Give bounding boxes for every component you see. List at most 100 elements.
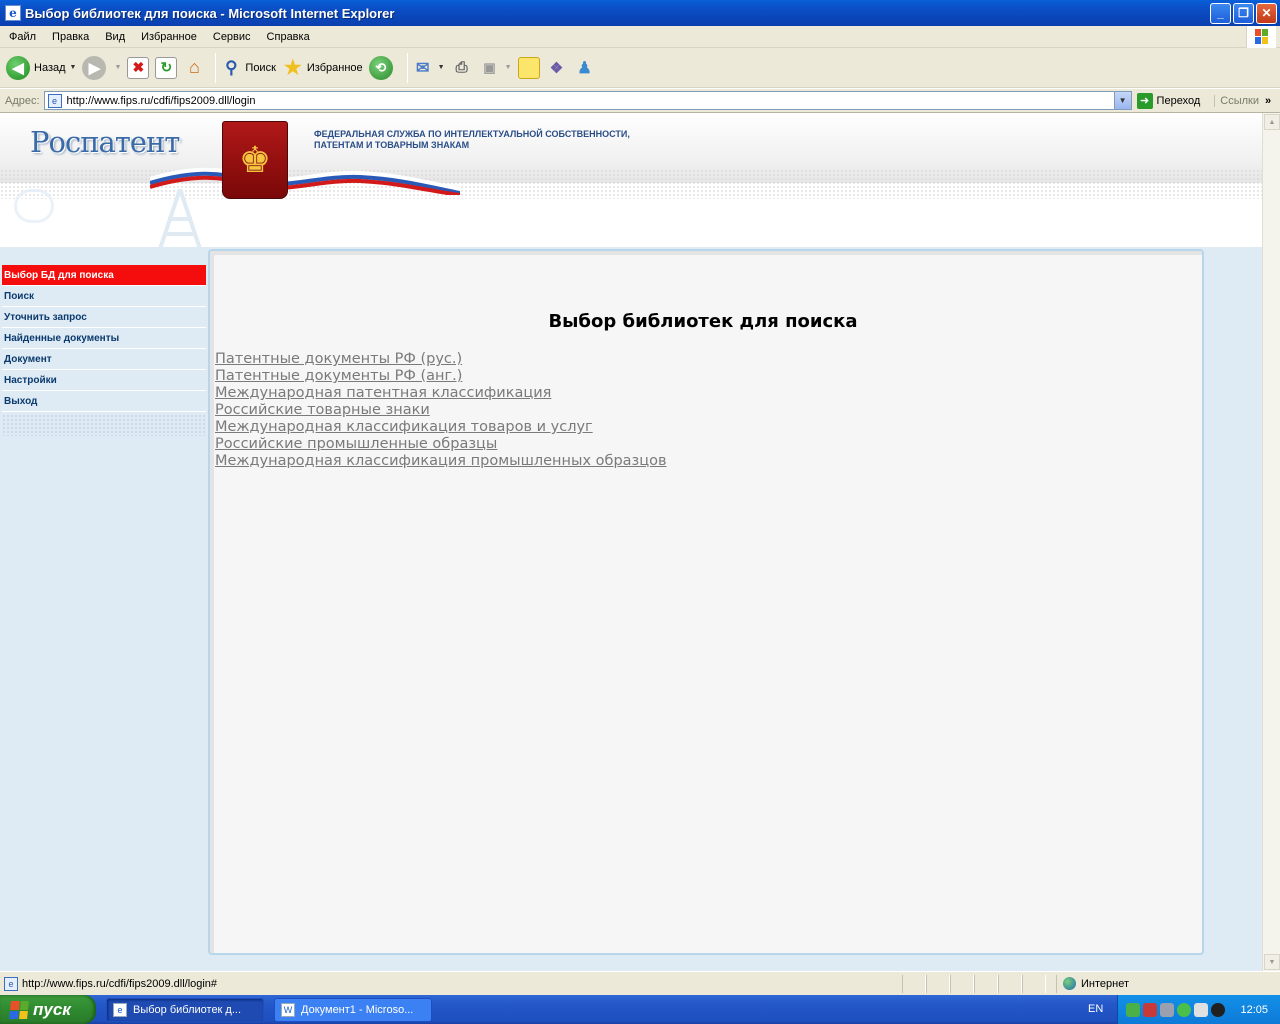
volume-icon[interactable]: [1160, 1002, 1174, 1017]
forward-arrow-icon: ▶: [82, 55, 107, 80]
start-button[interactable]: пуск: [0, 995, 96, 1024]
back-label: Назад: [34, 61, 66, 74]
chevron-down-icon[interactable]: ▼: [1113, 92, 1131, 109]
menu-tools[interactable]: Сервис: [205, 26, 259, 48]
messenger-button[interactable]: ♟: [574, 51, 596, 85]
toolbar-separator: [406, 52, 408, 83]
minimize-button[interactable]: _: [1210, 2, 1231, 24]
page-icon: e: [4, 976, 18, 991]
chevron-down-icon[interactable]: ▼: [114, 64, 121, 71]
stop-icon: ✖: [127, 56, 150, 79]
nav-item-found-documents[interactable]: Найденные документы: [2, 328, 206, 349]
scroll-down-icon[interactable]: ▼: [1264, 954, 1280, 970]
window-title: Выбор библиотек для поиска - Microsoft I…: [25, 5, 395, 21]
antivirus-icon[interactable]: [1177, 1002, 1191, 1017]
favorites-button[interactable]: ★ Избранное: [282, 51, 363, 85]
back-button[interactable]: ◀ Назад ▼: [6, 51, 76, 85]
window-title-bar: e Выбор библиотек для поиска - Microsoft…: [0, 0, 1280, 26]
library-link-locarno-classification[interactable]: Международная классификация промышленных…: [215, 453, 667, 470]
media-icon[interactable]: [1211, 1002, 1225, 1017]
library-link-industrial-designs[interactable]: Российские промышленные образцы: [215, 436, 667, 453]
windows-logo-icon: [1246, 26, 1276, 48]
research-button[interactable]: ❖: [546, 51, 568, 85]
close-button[interactable]: ✕: [1256, 2, 1277, 24]
address-label: Адрес:: [5, 94, 40, 107]
menu-file[interactable]: Файл: [0, 26, 44, 48]
forward-button[interactable]: ▶ ▼: [82, 51, 121, 85]
nav-item-exit[interactable]: Выход: [2, 391, 206, 412]
windows-flag-icon: [9, 1000, 29, 1019]
network-icon[interactable]: [1126, 1002, 1140, 1017]
mail-button[interactable]: ✉ ▼: [412, 51, 445, 85]
chevron-down-icon[interactable]: ▼: [70, 64, 77, 71]
go-label: Переход: [1156, 94, 1201, 107]
page-icon: e: [47, 93, 62, 108]
menu-edit[interactable]: Правка: [44, 26, 97, 48]
vertical-scrollbar[interactable]: ▲ ▼: [1262, 113, 1280, 971]
nav-item-settings[interactable]: Настройки: [2, 370, 206, 391]
standard-toolbar: ◀ Назад ▼ ▶ ▼ ✖ ↻ ⌂ ⚲ Поиск ★ Избранное …: [0, 48, 1280, 88]
home-icon: ⌂: [188, 57, 200, 77]
main-panel: Выбор библиотек для поиска Патентные док…: [208, 249, 1204, 955]
refresh-button[interactable]: ↻: [155, 51, 178, 85]
address-bar: Адрес: e ▼ ➜ Переход Ссылки »: [0, 89, 1280, 113]
nav-item-select-db[interactable]: Выбор БД для поиска: [2, 265, 206, 286]
go-button[interactable]: ➜ Переход: [1136, 92, 1201, 109]
menu-bar: Файл Правка Вид Избранное Сервис Справка: [0, 26, 1280, 48]
search-button[interactable]: ⚲ Поиск: [220, 51, 276, 85]
links-button[interactable]: Ссылки: [1214, 94, 1259, 107]
address-input[interactable]: [66, 92, 1131, 109]
site-header: Роспатент ♚ ФЕДЕРАЛЬНАЯ СЛУЖБА ПО ИНТЕЛЛ…: [0, 113, 1262, 249]
note-icon: [517, 56, 540, 79]
taskbar: пуск e Выбор библиотек д... W Документ1 …: [0, 995, 1280, 1024]
chevron-down-icon[interactable]: ▼: [438, 64, 445, 71]
nav-item-search[interactable]: Поиск: [2, 286, 206, 307]
notes-button[interactable]: [517, 51, 540, 85]
security-zone: Интернет: [1056, 974, 1256, 993]
page-viewport: Роспатент ♚ ФЕДЕРАЛЬНАЯ СЛУЖБА ПО ИНТЕЛЛ…: [0, 113, 1262, 971]
status-cell: [998, 974, 1022, 993]
status-cell: [950, 974, 974, 993]
edit-button[interactable]: ▣ ▼: [479, 51, 512, 85]
agency-line-1: ФЕДЕРАЛЬНАЯ СЛУЖБА ПО ИНТЕЛЛЕКТУАЛЬНОЙ С…: [314, 129, 630, 139]
zone-label: Интернет: [1081, 977, 1129, 990]
maximize-button[interactable]: ❐: [1233, 2, 1254, 24]
print-button[interactable]: ⎙: [451, 51, 473, 85]
menu-help[interactable]: Справка: [259, 26, 318, 48]
research-icon: ❖: [549, 59, 564, 77]
library-link-patents-en[interactable]: Патентные документы РФ (анг.): [215, 368, 667, 385]
history-icon: ⟲: [368, 55, 393, 80]
menu-favorites[interactable]: Избранное: [133, 26, 205, 48]
scroll-up-icon[interactable]: ▲: [1264, 114, 1280, 130]
security-icon[interactable]: [1143, 1002, 1157, 1017]
taskbar-item-word[interactable]: W Документ1 - Microso...: [274, 997, 432, 1022]
printer-icon: ⎙: [455, 59, 468, 76]
rospatent-logo: Роспатент: [30, 125, 180, 159]
clock: 12:05: [1240, 1003, 1268, 1016]
library-link-patents-ru[interactable]: Патентные документы РФ (рус.): [215, 351, 667, 368]
sync-icon[interactable]: [1194, 1002, 1208, 1017]
language-indicator[interactable]: EN: [1088, 995, 1103, 1024]
taskbar-item-ie[interactable]: e Выбор библиотек д...: [106, 997, 264, 1022]
star-icon: ★: [283, 57, 302, 79]
menu-view[interactable]: Вид: [97, 26, 133, 48]
go-arrow-icon: ➜: [1136, 92, 1153, 109]
chevron-down-icon[interactable]: ▼: [505, 64, 512, 71]
agency-name: ФЕДЕРАЛЬНАЯ СЛУЖБА ПО ИНТЕЛЛЕКТУАЛЬНОЙ С…: [314, 129, 630, 151]
library-link-nice-classification[interactable]: Международная классификация товаров и ус…: [215, 419, 667, 436]
nav-item-document[interactable]: Документ: [2, 349, 206, 370]
library-link-ipc[interactable]: Международная патентная классификация: [215, 385, 667, 402]
globe-icon: [1063, 977, 1076, 990]
status-cell: [1022, 974, 1046, 993]
nav-item-refine-query[interactable]: Уточнить запрос: [2, 307, 206, 328]
chevron-right-icon[interactable]: »: [1265, 95, 1271, 107]
status-cell: [926, 974, 950, 993]
stop-button[interactable]: ✖: [127, 51, 150, 85]
address-field[interactable]: e ▼: [43, 91, 1132, 110]
history-button[interactable]: ⟲: [368, 51, 397, 85]
home-button[interactable]: ⌂: [183, 51, 205, 85]
word-icon: W: [281, 1002, 295, 1017]
library-link-trademarks[interactable]: Российские товарные знаки: [215, 402, 667, 419]
start-label: пуск: [33, 999, 71, 1019]
status-text: http://www.fips.ru/cdfi/fips2009.dll/log…: [22, 977, 218, 990]
